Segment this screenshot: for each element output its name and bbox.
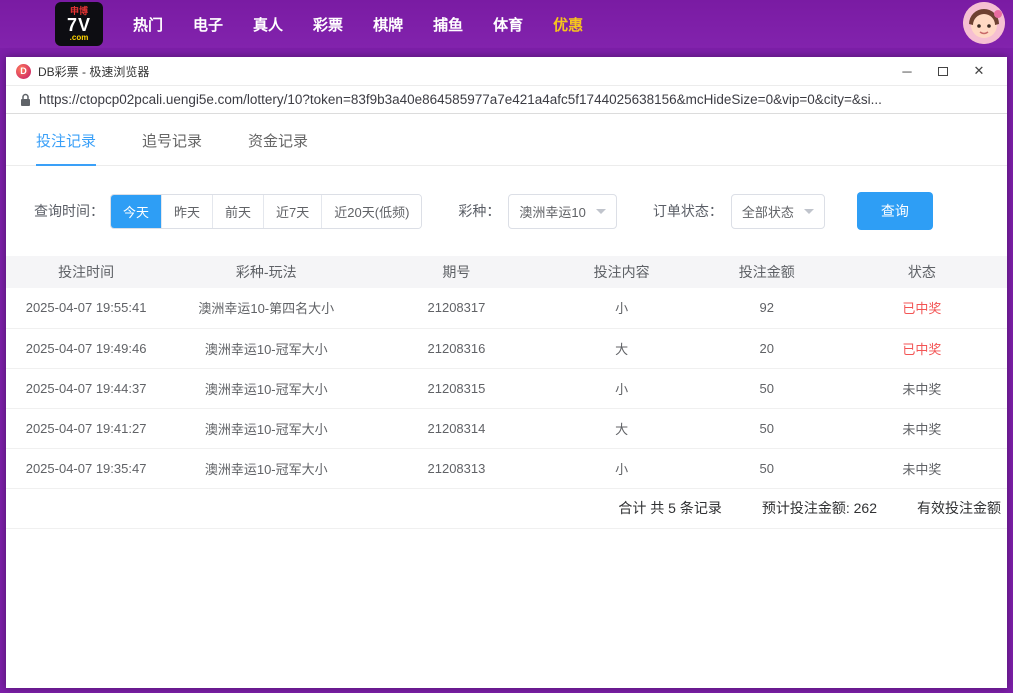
chevron-down-icon — [596, 209, 606, 214]
summary-valid-amount: 有效投注金额 — [917, 498, 1001, 518]
time-option-20days[interactable]: 近20天(低频) — [322, 195, 421, 228]
filter-bar: 查询时间： 今天 昨天 前天 近7天 近20天(低频) 彩种： 澳洲幸运10 订… — [34, 192, 1007, 230]
table-header-row: 投注时间 彩种-玩法 期号 投注内容 投注金额 状态 — [6, 256, 1007, 288]
cell-game-play: 澳洲幸运10-第四名大小 — [166, 288, 366, 328]
order-status-select[interactable]: 全部状态 — [731, 194, 825, 229]
maximize-button[interactable] — [925, 58, 961, 84]
window-controls: ─ ✕ — [889, 58, 997, 84]
summary-count: 合计 共 5 条记录 — [618, 498, 721, 518]
cell-status: 未中奖 — [837, 408, 1007, 448]
tab-chase-records[interactable]: 追号记录 — [142, 130, 202, 165]
address-bar[interactable]: https://ctopcp02pcali.uengi5e.com/lotter… — [6, 86, 1007, 114]
cell-status: 未中奖 — [837, 368, 1007, 408]
header-issue: 期号 — [366, 256, 546, 288]
cell-bet-time: 2025-04-07 19:49:46 — [6, 328, 166, 368]
cell-bet-content: 小 — [547, 368, 697, 408]
time-option-today[interactable]: 今天 — [111, 195, 162, 228]
table-row: 2025-04-07 19:35:47 澳洲幸运10-冠军大小 21208313… — [6, 448, 1007, 488]
cell-bet-amount: 20 — [697, 328, 837, 368]
site-logo[interactable]: 申博 7V .com — [55, 2, 103, 46]
cell-game-play: 澳洲幸运10-冠军大小 — [166, 448, 366, 488]
time-option-yesterday[interactable]: 昨天 — [162, 195, 213, 228]
window-title: DB彩票 - 极速浏览器 — [38, 63, 149, 80]
cell-bet-time: 2025-04-07 19:44:37 — [6, 368, 166, 408]
user-avatar[interactable] — [963, 2, 1005, 44]
cell-issue: 21208317 — [366, 288, 546, 328]
tab-fund-records[interactable]: 资金记录 — [248, 130, 308, 165]
cell-issue: 21208314 — [366, 408, 546, 448]
lottery-filter-label: 彩种： — [458, 201, 500, 221]
cell-bet-time: 2025-04-07 19:35:47 — [6, 448, 166, 488]
browser-window: D DB彩票 - 极速浏览器 ─ ✕ https://ctopcp02pcali… — [6, 57, 1007, 688]
lottery-select[interactable]: 澳洲幸运10 — [508, 194, 616, 229]
maximize-icon — [938, 67, 948, 76]
cell-bet-amount: 50 — [697, 368, 837, 408]
cell-bet-amount: 92 — [697, 288, 837, 328]
minimize-button[interactable]: ─ — [889, 58, 925, 84]
cell-bet-content: 小 — [547, 448, 697, 488]
header-bet-amount: 投注金额 — [697, 256, 837, 288]
page-content: 投注记录 追号记录 资金记录 查询时间： 今天 昨天 前天 近7天 近20天(低… — [6, 114, 1007, 688]
nav-item-lottery[interactable]: 彩票 — [313, 14, 343, 35]
cell-game-play: 澳洲幸运10-冠军大小 — [166, 368, 366, 408]
chevron-down-icon — [804, 209, 814, 214]
bet-records-table: 投注时间 彩种-玩法 期号 投注内容 投注金额 状态 2025-04-07 19… — [6, 256, 1007, 489]
cell-bet-content: 小 — [547, 288, 697, 328]
cell-issue: 21208315 — [366, 368, 546, 408]
logo-text-bottom: .com — [70, 34, 89, 42]
summary-expected-amount: 预计投注金额: 262 — [762, 498, 877, 518]
cell-game-play: 澳洲幸运10-冠军大小 — [166, 328, 366, 368]
table-row: 2025-04-07 19:55:41 澳洲幸运10-第四名大小 2120831… — [6, 288, 1007, 328]
site-nav-menu: 热门 电子 真人 彩票 棋牌 捕鱼 体育 优惠 — [133, 14, 583, 35]
cell-bet-time: 2025-04-07 19:41:27 — [6, 408, 166, 448]
app-icon: D — [16, 64, 31, 79]
record-tabs: 投注记录 追号记录 资金记录 — [6, 114, 1007, 166]
cell-issue: 21208313 — [366, 448, 546, 488]
table-row: 2025-04-07 19:41:27 澳洲幸运10-冠军大小 21208314… — [6, 408, 1007, 448]
nav-item-cards[interactable]: 棋牌 — [373, 14, 403, 35]
header-game-play: 彩种-玩法 — [166, 256, 366, 288]
nav-item-fishing[interactable]: 捕鱼 — [433, 14, 463, 35]
cell-bet-content: 大 — [547, 328, 697, 368]
lottery-select-value: 澳洲幸运10 — [519, 202, 585, 221]
logo-text-main: 7V — [67, 16, 91, 34]
time-option-7days[interactable]: 近7天 — [264, 195, 322, 228]
cell-issue: 21208316 — [366, 328, 546, 368]
avatar-image — [963, 2, 1005, 44]
header-bet-content: 投注内容 — [547, 256, 697, 288]
time-filter-label: 查询时间： — [34, 201, 104, 221]
time-range-segments: 今天 昨天 前天 近7天 近20天(低频) — [110, 194, 422, 229]
nav-item-promotions[interactable]: 优惠 — [553, 14, 583, 35]
lock-icon — [20, 93, 31, 107]
cell-status: 未中奖 — [837, 448, 1007, 488]
table-row: 2025-04-07 19:44:37 澳洲幸运10-冠军大小 21208315… — [6, 368, 1007, 408]
table-row: 2025-04-07 19:49:46 澳洲幸运10-冠军大小 21208316… — [6, 328, 1007, 368]
cell-status: 已中奖 — [837, 328, 1007, 368]
header-bet-time: 投注时间 — [6, 256, 166, 288]
cell-bet-amount: 50 — [697, 448, 837, 488]
summary-bar: 合计 共 5 条记录 预计投注金额: 262 有效投注金额 — [6, 489, 1007, 529]
close-button[interactable]: ✕ — [961, 58, 997, 84]
address-url[interactable]: https://ctopcp02pcali.uengi5e.com/lotter… — [39, 92, 993, 107]
tab-bet-records[interactable]: 投注记录 — [36, 130, 96, 166]
cell-bet-time: 2025-04-07 19:55:41 — [6, 288, 166, 328]
window-titlebar: D DB彩票 - 极速浏览器 ─ ✕ — [6, 57, 1007, 86]
time-option-day-before[interactable]: 前天 — [213, 195, 264, 228]
nav-item-hot[interactable]: 热门 — [133, 14, 163, 35]
order-status-value: 全部状态 — [742, 202, 794, 221]
site-navbar: 申博 7V .com 热门 电子 真人 彩票 棋牌 捕鱼 体育 优惠 — [0, 0, 1013, 48]
cell-game-play: 澳洲幸运10-冠军大小 — [166, 408, 366, 448]
search-button[interactable]: 查询 — [857, 192, 933, 230]
header-status: 状态 — [837, 256, 1007, 288]
nav-item-slots[interactable]: 电子 — [193, 14, 223, 35]
cell-status: 已中奖 — [837, 288, 1007, 328]
cell-bet-content: 大 — [547, 408, 697, 448]
status-filter-label: 订单状态： — [653, 201, 723, 221]
cell-bet-amount: 50 — [697, 408, 837, 448]
nav-item-live[interactable]: 真人 — [253, 14, 283, 35]
nav-item-sports[interactable]: 体育 — [493, 14, 523, 35]
